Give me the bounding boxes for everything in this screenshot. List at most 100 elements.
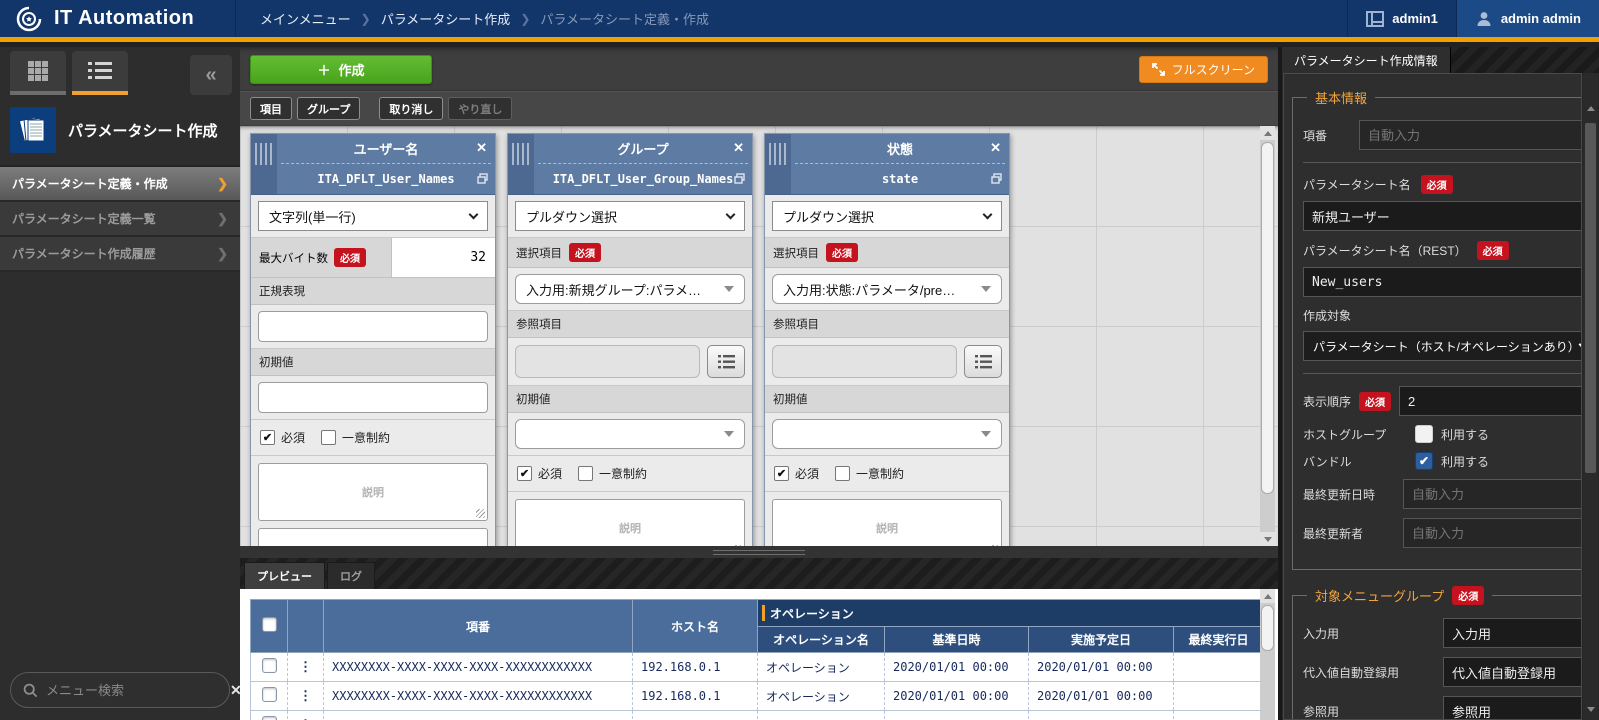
sidebar-item-definition-list[interactable]: パラメータシート定義一覧 ❯ (0, 202, 240, 237)
tab-preview[interactable]: プレビュー (244, 562, 325, 589)
sidebar-item-label: パラメータシート作成履歴 (12, 245, 156, 262)
sidebar-tab-menu-list[interactable] (72, 51, 128, 95)
column-card-username[interactable]: ユーザー名 ✕ ITA_DFLT_User_Names 文字列(単一行) 最大バ… (250, 133, 496, 546)
selection-item-select[interactable]: 入力用:状態:パラメータ/pre… (772, 274, 1002, 304)
cell-base-datetime: 2020/01/01 00:00 (885, 711, 1029, 720)
select-all-checkbox[interactable] (251, 600, 288, 653)
for-reference-field[interactable] (1443, 696, 1582, 720)
scroll-down-icon[interactable] (1583, 702, 1598, 716)
table-row: ⋮ XXXXXXXX-XXXX-XXXX-XXXX-XXXXXXXXXXXX 1… (251, 682, 1264, 711)
column-card-state[interactable]: 状態 ✕ state プルダウン選択 選択項目必須 入力用:状態:パラメータ/p… (764, 133, 1010, 546)
column-card-group[interactable]: グループ ✕ ITA_DFLT_User_Group_Names プルダウン選択… (507, 133, 753, 546)
add-group-button[interactable]: グループ (297, 97, 360, 120)
preview-table: 項番 ホスト名 オペレーション オペレーション名 基準日時 実施予定日 最終実行… (250, 599, 1264, 720)
tab-log[interactable]: ログ (327, 562, 375, 589)
selection-item-select[interactable]: 入力用:新規グループ:パラメ… (515, 274, 745, 304)
create-button[interactable]: ＋ 作成 (250, 55, 432, 84)
reference-item-list-button[interactable] (707, 345, 745, 378)
max-bytes-input[interactable]: 32 (391, 238, 495, 277)
sidebar-item-creation-history[interactable]: パラメータシート作成履歴 ❯ (0, 237, 240, 272)
sidebar-collapse-button[interactable]: « (190, 55, 232, 95)
col-header-host: ホスト名 (633, 600, 758, 653)
regex-input[interactable] (258, 311, 488, 342)
tab-sheet-create-info[interactable]: パラメータシート作成情報 (1282, 47, 1451, 73)
scrollbar-thumb[interactable] (1585, 123, 1596, 473)
scroll-down-icon[interactable] (1260, 532, 1275, 546)
column-type-select[interactable]: 文字列(単一行) (258, 201, 488, 231)
drag-handle[interactable] (765, 134, 791, 194)
column-type-select[interactable]: プルダウン選択 (515, 201, 745, 231)
scrollbar-thumb[interactable] (1261, 142, 1274, 494)
display-order-input[interactable] (1399, 386, 1582, 416)
target-menu-group-section: 対象メニューグループ必須 入力用 代入値自動登録用 参照用 対象メニューグループ… (1292, 586, 1582, 720)
restore-window-icon[interactable] (991, 173, 1002, 187)
host-group-label: ホストグループ (1303, 426, 1407, 443)
undo-button[interactable]: 取り消し (379, 97, 443, 120)
required-checkbox[interactable]: 必須 (774, 465, 819, 482)
workspace-switcher[interactable]: admin1 (1347, 0, 1456, 37)
close-icon[interactable]: ✕ (733, 140, 744, 156)
canvas-vertical-scrollbar[interactable] (1260, 126, 1275, 546)
add-item-button[interactable]: 項目 (250, 97, 292, 120)
host-group-checkbox[interactable] (1415, 425, 1433, 443)
drag-handle[interactable] (251, 134, 277, 194)
preview-resize-handle[interactable] (240, 546, 1278, 558)
sheet-name-input[interactable] (1303, 201, 1582, 231)
row-checkbox[interactable] (251, 711, 288, 720)
cell-operation-name: オペレーション (758, 711, 885, 720)
sidebar-item-define-create[interactable]: パラメータシート定義・作成 ❯ (0, 167, 240, 202)
description-textarea[interactable]: 説明 (772, 499, 1002, 546)
row-menu-icon[interactable]: ⋮ (288, 653, 324, 682)
column-type-value: プルダウン選択 (526, 207, 617, 226)
restore-window-icon[interactable] (477, 173, 488, 187)
for-input-field[interactable] (1443, 618, 1582, 648)
scroll-up-icon[interactable] (1260, 589, 1275, 603)
row-checkbox[interactable] (251, 682, 288, 711)
auto-register-field[interactable] (1443, 657, 1582, 687)
panel-body: 基本情報 項番 パラメータシート名必須 パラメータシート名（REST）必須 作成… (1283, 73, 1582, 720)
fullscreen-button[interactable]: フルスクリーン (1139, 56, 1268, 83)
description-textarea[interactable]: 説明 (258, 463, 488, 521)
breadcrumb-menu-group[interactable]: パラメータシート作成 (381, 9, 511, 28)
sidebar-tab-menu-groups[interactable] (10, 51, 66, 95)
required-badge: 必須 (569, 243, 601, 262)
redo-button: やり直し (448, 97, 512, 120)
col-header-item-no: 項番 (324, 600, 633, 653)
unique-checkbox[interactable]: 一意制約 (578, 465, 647, 482)
sheet-design-canvas[interactable]: ユーザー名 ✕ ITA_DFLT_User_Names 文字列(単一行) 最大バ… (240, 126, 1278, 546)
user-menu[interactable]: admin admin (1456, 0, 1599, 37)
row-menu-icon[interactable]: ⋮ (288, 682, 324, 711)
unique-checkbox[interactable]: 一意制約 (835, 465, 904, 482)
menu-search-input[interactable] (46, 683, 222, 698)
unique-checkbox[interactable]: 一意制約 (321, 429, 390, 446)
default-value-select[interactable] (772, 419, 1002, 449)
required-checkbox-label: 必須 (281, 429, 305, 446)
row-menu-icon[interactable]: ⋮ (288, 711, 324, 720)
required-checkbox[interactable]: 必須 (517, 465, 562, 482)
required-checkbox[interactable]: 必須 (260, 429, 305, 446)
scroll-up-icon[interactable] (1260, 126, 1275, 140)
column-rest-name: ITA_DFLT_User_Names (317, 172, 454, 186)
default-value-select[interactable] (515, 419, 745, 449)
breadcrumb-main-menu[interactable]: メインメニュー (260, 9, 351, 28)
row-checkbox[interactable] (251, 653, 288, 682)
close-icon[interactable]: ✕ (990, 140, 1001, 156)
creation-target-select[interactable]: パラメータシート（ホスト/オペレーションあり） (1303, 331, 1582, 361)
drag-handle[interactable] (508, 134, 534, 194)
default-value-input[interactable] (258, 382, 488, 413)
note-textarea[interactable]: 備考 (258, 528, 488, 546)
reference-item-list-button[interactable] (964, 345, 1002, 378)
preview-vertical-scrollbar[interactable] (1260, 589, 1275, 720)
restore-window-icon[interactable] (734, 173, 745, 187)
scroll-up-icon[interactable] (1583, 101, 1598, 115)
close-icon[interactable]: ✕ (476, 140, 487, 156)
creation-target-label: 作成対象 (1303, 307, 1351, 324)
col-header-last-run-date: 最終実行日 (1174, 627, 1264, 653)
bundle-checkbox[interactable] (1415, 452, 1433, 470)
panel-vertical-scrollbar[interactable] (1583, 73, 1598, 720)
scrollbar-thumb[interactable] (1261, 605, 1274, 651)
sheet-name-rest-input[interactable] (1303, 267, 1582, 297)
description-textarea[interactable]: 説明 (515, 499, 745, 546)
column-type-select[interactable]: プルダウン選択 (772, 201, 1002, 231)
default-value-label: 初期値 (516, 391, 551, 407)
